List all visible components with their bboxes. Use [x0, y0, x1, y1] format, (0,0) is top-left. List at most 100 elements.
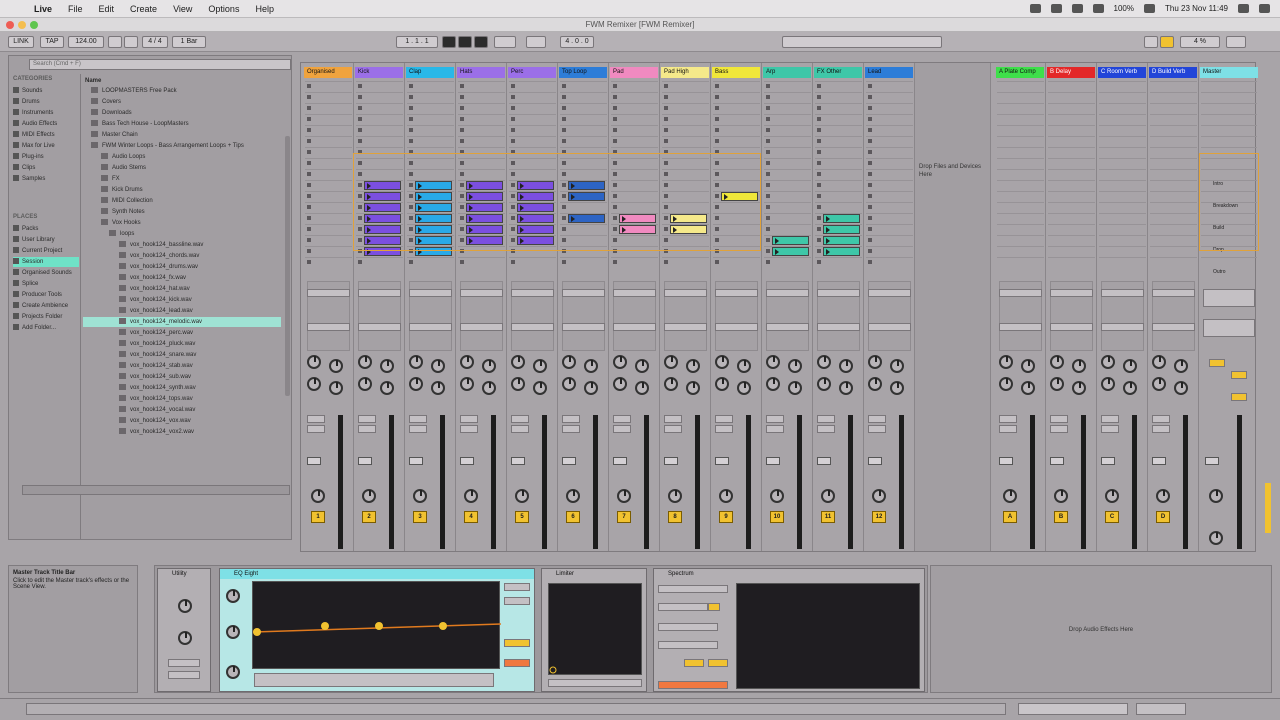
- browser-file-15[interactable]: vox_hook124_chords.wav: [119, 251, 199, 261]
- browser-category-2[interactable]: Instruments: [13, 108, 53, 118]
- track-title-2[interactable]: Clap: [406, 67, 454, 78]
- clip-slot[interactable]: [509, 114, 556, 124]
- clip-slot[interactable]: [866, 235, 913, 245]
- clip-slot[interactable]: [815, 114, 862, 124]
- browser-column-header[interactable]: Name: [85, 76, 101, 86]
- clip-slot[interactable]: [764, 191, 811, 201]
- zoom-window-button[interactable]: [30, 21, 38, 29]
- clip-slot[interactable]: [866, 125, 913, 135]
- clip-slot[interactable]: [560, 257, 607, 267]
- track-activator-button[interactable]: 9: [719, 511, 733, 523]
- send-a-knob[interactable]: [358, 355, 372, 369]
- pan-knob[interactable]: [566, 489, 580, 503]
- browser-file-25[interactable]: vox_hook124_stab.wav: [119, 361, 193, 371]
- scene-slot[interactable]: [1201, 136, 1257, 146]
- clip-slot[interactable]: [560, 81, 607, 91]
- send-b-knob[interactable]: [329, 359, 343, 373]
- browser-file-3[interactable]: Bass Tech House - LoopMasters: [91, 119, 189, 129]
- volume-field[interactable]: [460, 415, 478, 423]
- send-b-knob[interactable]: [1021, 359, 1035, 373]
- send-d-knob[interactable]: [329, 381, 343, 395]
- clip-slot[interactable]: [305, 81, 352, 91]
- volume-field[interactable]: [307, 415, 325, 423]
- track-output-select[interactable]: [511, 323, 554, 331]
- track-activator-button[interactable]: 11: [821, 511, 835, 523]
- crossfader-a[interactable]: [1209, 359, 1225, 367]
- scene-slot[interactable]: [1201, 81, 1257, 91]
- clip-slot[interactable]: [764, 257, 811, 267]
- clip-slot[interactable]: [815, 92, 862, 102]
- pan-field[interactable]: [868, 425, 886, 433]
- overdub-button[interactable]: [494, 36, 516, 48]
- clip-slot[interactable]: [509, 125, 556, 135]
- clip-slot[interactable]: [866, 246, 913, 256]
- clip-slot[interactable]: [662, 257, 709, 267]
- eq-eight-title[interactable]: EQ Eight: [220, 569, 534, 579]
- volume-field[interactable]: [562, 415, 580, 423]
- clip-slot[interactable]: [509, 92, 556, 102]
- pan-field[interactable]: [409, 425, 427, 433]
- track-activator-button[interactable]: 1: [311, 511, 325, 523]
- volume-field[interactable]: [409, 415, 427, 423]
- send-c-knob[interactable]: [613, 377, 627, 391]
- utility-device[interactable]: Utility: [157, 568, 211, 692]
- eq-edit-select[interactable]: [504, 597, 530, 605]
- track-title-11[interactable]: Lead: [865, 67, 913, 78]
- clip-slot[interactable]: [305, 114, 352, 124]
- menu-edit[interactable]: Edit: [91, 4, 123, 14]
- clip-slot[interactable]: [407, 257, 454, 267]
- menu-live[interactable]: Live: [26, 4, 60, 14]
- track-output-select[interactable]: [715, 323, 758, 331]
- send-d-knob[interactable]: [1174, 381, 1188, 395]
- track-activator-button[interactable]: 4: [464, 511, 478, 523]
- track-input-select[interactable]: [613, 289, 656, 297]
- browser-file-14[interactable]: vox_hook124_bassline.wav: [119, 240, 203, 250]
- track-input-select[interactable]: [409, 289, 452, 297]
- scene-slot[interactable]: [1201, 257, 1257, 267]
- clip-slot[interactable]: [305, 235, 352, 245]
- volume-field[interactable]: [1101, 415, 1119, 423]
- clip-slot[interactable]: [866, 191, 913, 201]
- spectrum-channel[interactable]: [658, 603, 708, 611]
- crossfader-b[interactable]: [1231, 371, 1247, 379]
- width-knob[interactable]: [178, 631, 192, 645]
- volume-fader[interactable]: [766, 457, 780, 465]
- clip-slot[interactable]: [866, 224, 913, 234]
- pan-knob[interactable]: [719, 489, 733, 503]
- clip-slot[interactable]: [305, 158, 352, 168]
- send-b-knob[interactable]: [686, 359, 700, 373]
- menu-list-icon[interactable]: [1259, 4, 1270, 13]
- browser-place-9[interactable]: Add Folder...: [13, 323, 56, 333]
- browser-file-13[interactable]: loops: [109, 229, 134, 239]
- send-b-knob[interactable]: [737, 359, 751, 373]
- send-d-knob[interactable]: [890, 381, 904, 395]
- clip-slot[interactable]: [815, 257, 862, 267]
- clip-slot[interactable]: [815, 103, 862, 113]
- clip-slot[interactable]: [458, 257, 505, 267]
- clip[interactable]: [823, 225, 860, 234]
- track-input-select[interactable]: [766, 289, 809, 297]
- send-b-knob[interactable]: [380, 359, 394, 373]
- clip-slot[interactable]: [866, 213, 913, 223]
- clip-slot[interactable]: [662, 103, 709, 113]
- nudge-down-button[interactable]: [108, 36, 122, 48]
- clip-slot[interactable]: [356, 114, 403, 124]
- clip-slot[interactable]: [815, 136, 862, 146]
- clip-slot[interactable]: [509, 103, 556, 113]
- browser-file-1[interactable]: Covers: [91, 97, 121, 107]
- track-activator-button[interactable]: A: [1003, 511, 1017, 523]
- volume-fader[interactable]: [1050, 457, 1064, 465]
- clip-slot[interactable]: [815, 191, 862, 201]
- close-window-button[interactable]: [6, 21, 14, 29]
- send-d-knob[interactable]: [431, 381, 445, 395]
- send-b-knob[interactable]: [533, 359, 547, 373]
- clip-slot[interactable]: [356, 125, 403, 135]
- pan-field[interactable]: [562, 425, 580, 433]
- automation-arm-button[interactable]: [526, 36, 546, 48]
- browser-scrollbar[interactable]: [285, 136, 290, 396]
- clip-slot[interactable]: [764, 114, 811, 124]
- browser-file-17[interactable]: vox_hook124_fx.wav: [119, 273, 186, 283]
- track-output-select[interactable]: [766, 323, 809, 331]
- browser-search-input[interactable]: Search (Cmd + F): [29, 59, 291, 70]
- clip-slot[interactable]: [356, 81, 403, 91]
